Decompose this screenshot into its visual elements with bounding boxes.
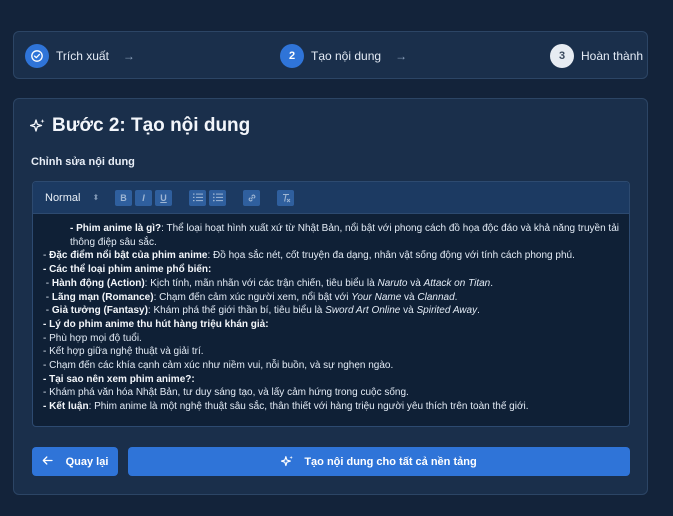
sparkles-icon <box>30 118 46 134</box>
step-create-content-label: Tạo nội dung <box>311 49 382 63</box>
link-icon <box>248 194 255 201</box>
content-text: : Chạm đến cảm xúc người xem, nổi bật vớ… <box>153 291 352 303</box>
step-complete[interactable]: 3 Hoàn thành <box>550 32 643 80</box>
step-create-content[interactable]: 2 Tạo nội dung → <box>280 32 407 80</box>
content-text: và <box>400 305 417 317</box>
content-line: - Phù hợp mọi độ tuổi. <box>43 332 142 344</box>
page-title: Bước 2: Tạo nội dung <box>30 115 250 137</box>
content-text: : Đồ họa sắc nét, cốt truyện đa dạng, nh… <box>207 250 575 262</box>
select-caret-icon: ⬍ <box>92 193 100 202</box>
back-button[interactable]: Quay lại <box>32 447 118 476</box>
content-bold: Các thể loại phim anime phổ biến: <box>49 264 212 276</box>
arrow-left-icon <box>42 455 53 468</box>
content-italic: Spirited Away <box>416 305 478 317</box>
content-card: Bước 2: Tạo nội dung Chỉnh sửa nội dung … <box>13 98 648 495</box>
content-line: - Chạm đến các khía cạnh cảm xúc như niề… <box>43 360 394 372</box>
content-line: - Tại sao nên xem phim anime?: <box>43 373 195 385</box>
content-italic: Naruto <box>377 277 408 289</box>
content-line: - Đặc điểm nổi bật của phim anime: Đồ họ… <box>43 250 575 262</box>
step-extract-label: Trích xuất <box>56 49 109 63</box>
content-text: : Phim anime là một nghệ thuật sâu sắc, … <box>88 401 529 413</box>
arrow-right-icon: → <box>395 49 408 63</box>
content-line: - Khám phá văn hóa Nhật Bản, tư duy sáng… <box>43 387 409 399</box>
clear-format-button[interactable] <box>277 189 294 206</box>
bold-button[interactable]: B <box>115 189 132 206</box>
back-button-label: Quay lại <box>65 455 109 468</box>
format-select-value: Normal <box>45 191 81 204</box>
ordered-list-icon <box>192 193 203 202</box>
editor-toolbar: Normal ⬍ B I U <box>33 182 629 214</box>
step-number: 2 <box>280 44 304 68</box>
rich-text-editor[interactable]: Normal ⬍ B I U - Phim anime là gì?: Thể … <box>32 181 630 427</box>
content-italic: Attack on Titan <box>423 277 491 289</box>
content-bold: Đặc điểm nổi bật của phim anime <box>49 250 208 262</box>
ordered-list-button[interactable] <box>189 189 206 206</box>
section-label: Chỉnh sửa nội dung <box>31 156 135 168</box>
content-bold: Lý do phim anime thu hút hàng triệu khán… <box>49 318 269 330</box>
bullet-list-button[interactable] <box>209 189 226 206</box>
generate-all-platforms-button[interactable]: Tạo nội dung cho tất cả nền tảng <box>128 447 630 476</box>
content-bold: - Phim anime là gì? <box>70 223 162 234</box>
sparkles-icon <box>281 455 294 468</box>
content-bold: Giả tưởng (Fantasy) <box>51 305 148 317</box>
content-line: - Kết luận: Phim anime là một nghệ thuật… <box>43 401 529 413</box>
content-italic: Sword Art Online <box>325 305 401 317</box>
generate-button-label: Tạo nội dung cho tất cả nền tảng <box>304 455 477 468</box>
content-line: - Lãng mạn (Romance): Chạm đến cảm xúc n… <box>43 291 458 303</box>
arrow-right-icon: → <box>122 49 135 63</box>
content-text: : Khám phá thế giới thần bí, tiêu biểu l… <box>147 305 326 317</box>
italic-button[interactable]: I <box>135 189 152 206</box>
check-circle-icon <box>25 44 49 68</box>
content-text: và <box>407 277 424 289</box>
step-extract[interactable]: Trích xuất → <box>25 32 135 80</box>
progress-stepper: Trích xuất → 2 Tạo nội dung → 3 Hoàn thà… <box>13 31 648 79</box>
content-bold: Tại sao nên xem phim anime?: <box>49 373 195 385</box>
content-line: - Hành động (Action): Kịch tính, mãn nhã… <box>43 277 494 289</box>
content-italic: Your Name <box>351 291 402 303</box>
content-line: - Giả tưởng (Fantasy): Khám phá thế giới… <box>43 305 480 317</box>
underline-button[interactable]: U <box>155 189 172 206</box>
step-number: 3 <box>550 44 574 68</box>
content-text: : Kịch tính, mãn nhãn với các trận chiến… <box>144 277 378 289</box>
content-line: - Lý do phim anime thu hút hàng triệu kh… <box>43 318 269 330</box>
content-line: - Kết hợp giữa nghệ thuật và giải trí. <box>43 346 204 358</box>
content-bold: Lãng mạn (Romance) <box>51 291 154 303</box>
editor-content[interactable]: - Phim anime là gì?: Thể loại hoạt hình … <box>33 214 629 414</box>
content-italic: Clannad <box>417 291 455 303</box>
page-title-text: Bước 2: Tạo nội dung <box>52 115 251 136</box>
bullet-list-icon <box>212 193 223 202</box>
content-bold: Kết luận <box>49 401 89 413</box>
link-button[interactable] <box>243 189 260 206</box>
content-line: - Phim anime là gì?: Thể loại hoạt hình … <box>43 222 619 249</box>
content-bold: Hành động (Action) <box>51 277 145 289</box>
content-text: và <box>401 291 418 303</box>
clear-format-icon <box>282 193 290 202</box>
content-line: - Các thể loại phim anime phổ biến: <box>43 264 212 276</box>
step-complete-label: Hoàn thành <box>581 49 644 63</box>
format-select[interactable]: Normal ⬍ <box>45 192 115 204</box>
